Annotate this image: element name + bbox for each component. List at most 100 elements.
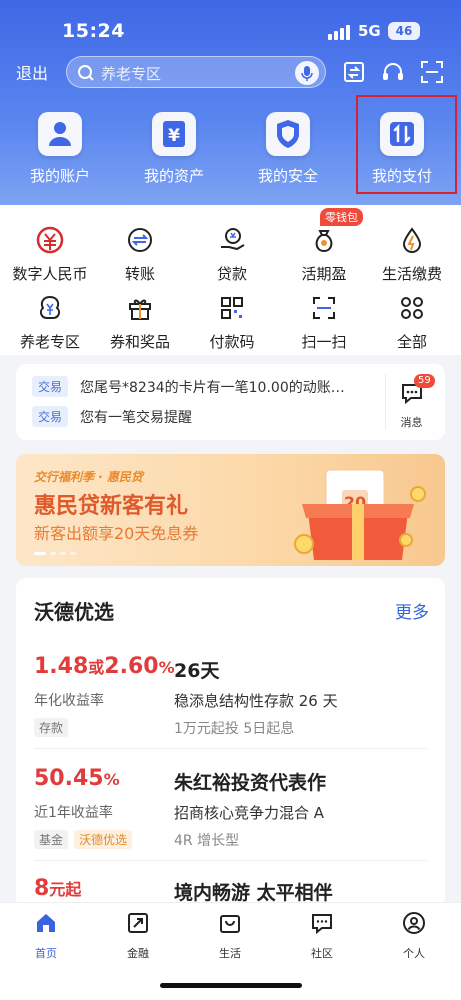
notification-item[interactable]: 交易 您尾号*8234的卡片有一笔10.00的动账… (32, 376, 365, 397)
grid-label-loan: 贷款 (216, 265, 247, 283)
product-rate: 8元起 (34, 876, 82, 901)
service-grid: 数字人民币 转账 贷款 活期盈 生活缴费 养老专区 券和奖品 付款码 扫一扫 全… (0, 205, 461, 355)
wallet-badge: 零钱包 (320, 208, 363, 226)
grid-item-transfer[interactable]: 转账 (94, 225, 186, 284)
tab-label: 社区 (311, 947, 333, 960)
tab-life[interactable]: 生活 (184, 911, 276, 961)
divider (34, 860, 427, 861)
banner-top-text: 交行福利季 · 惠民贷 (34, 470, 143, 484)
messages-button[interactable]: 59 消息 (385, 374, 437, 430)
profile-icon (403, 912, 425, 934)
banner-title: 惠民贷新客有礼 (34, 494, 189, 519)
tab-label: 生活 (219, 947, 241, 960)
pension-icon (39, 295, 61, 319)
featured-products: 沃德优选 更多 1.48或2.60% 年化收益率 存款 26天 稳添息结构性存款… (16, 578, 445, 908)
message-count-badge: 59 (414, 374, 435, 388)
grid-label-all: 全部 (396, 333, 427, 351)
product-item[interactable]: 1.48或2.60% 年化收益率 存款 26天 稳添息结构性存款 26 天 1万… (34, 654, 429, 766)
grid-item-scan[interactable]: 扫一扫 (278, 293, 370, 352)
product-desc: 稳添息结构性存款 26 天 (174, 692, 338, 710)
divider (34, 748, 427, 749)
my-assets-label: 我的资产 (143, 167, 204, 185)
search-placeholder: 养老专区 (101, 65, 162, 83)
grid-label-utility: 生活缴费 (381, 265, 442, 283)
product-tag: 基金 (34, 830, 69, 849)
product-meta: 4R 增长型 (174, 833, 240, 849)
battery-indicator: 46 (388, 22, 420, 40)
top-bar: 退出 养老专区 (0, 56, 461, 88)
life-bag-icon (220, 915, 240, 933)
moneybag-icon (315, 230, 333, 253)
tab-finance[interactable]: 金融 (92, 911, 184, 961)
my-account-label: 我的账户 (29, 167, 90, 185)
grid-label-scan: 扫一扫 (301, 333, 347, 351)
grid-item-huoqiying[interactable]: 活期盈 (278, 225, 370, 284)
headset-icon[interactable] (379, 58, 407, 86)
my-assets-button[interactable]: ¥ 我的资产 (124, 112, 224, 186)
transfer-doc-icon[interactable] (340, 58, 368, 86)
qrcode-icon (221, 297, 243, 319)
notification-card: 交易 您尾号*8234的卡片有一笔10.00的动账… 交易 您有一笔交易提醒 5… (16, 364, 445, 440)
product-name: 26天 (174, 660, 220, 682)
grid-item-coupons[interactable]: 券和奖品 (94, 293, 186, 352)
grid-item-all[interactable]: 全部 (366, 293, 458, 352)
banner-subtitle: 新客出额享20天免息券 (34, 524, 199, 543)
grid-item-loan[interactable]: 贷款 (186, 225, 278, 284)
scan-frame-icon[interactable] (418, 58, 446, 86)
product-item[interactable]: 50.45% 近1年收益率 基金 沃德优选 朱红裕投资代表作 招商核心竞争力混合 … (34, 766, 429, 878)
product-name: 境内畅游 太平相伴 (174, 882, 333, 904)
my-account-button[interactable]: 我的账户 (10, 112, 110, 186)
section-title: 沃德优选 (34, 600, 114, 624)
product-meta: 1万元起投 5日起息 (174, 721, 295, 737)
tab-label: 首页 (35, 947, 57, 960)
product-tag: 沃德优选 (74, 830, 133, 849)
user-icon (49, 122, 71, 146)
rate-label: 年化收益率 (34, 693, 104, 709)
product-rate: 50.45% (34, 766, 120, 791)
community-chat-icon (312, 914, 332, 935)
grid-item-paycode[interactable]: 付款码 (186, 293, 278, 352)
tab-home[interactable]: 首页 (0, 911, 92, 961)
scan-icon (313, 297, 335, 319)
notification-text: 您有一笔交易提醒 (80, 409, 193, 426)
more-link[interactable]: 更多 (395, 598, 429, 623)
grid-item-pension[interactable]: 养老专区 (4, 293, 96, 352)
messages-label: 消息 (400, 416, 423, 429)
grid-label-huoqiying: 活期盈 (301, 265, 347, 283)
notification-item[interactable]: 交易 您有一笔交易提醒 (32, 406, 365, 427)
status-time: 15:24 (62, 20, 125, 42)
exit-button[interactable]: 退出 (16, 60, 48, 84)
grid-label-transfer: 转账 (124, 265, 155, 283)
status-bar: 15:24 5G 46 (0, 18, 461, 46)
grid-label-pension: 养老专区 (19, 333, 80, 351)
grid-item-utility[interactable]: 生活缴费 (366, 225, 458, 284)
my-security-button[interactable]: 我的安全 (238, 112, 338, 186)
home-icon (37, 914, 55, 932)
tab-profile[interactable]: 个人 (368, 911, 460, 961)
microphone-icon[interactable] (295, 61, 319, 85)
transfer-icon (128, 228, 152, 252)
search-input[interactable]: 养老专区 (66, 56, 326, 88)
gift-box-illustration: 20 (294, 469, 426, 560)
grid-label-digital-rmb: 数字人民币 (12, 265, 88, 283)
grid-all-icon (401, 297, 423, 319)
notification-tag: 交易 (32, 406, 69, 427)
tab-label: 个人 (403, 947, 425, 960)
product-tag: 存款 (34, 718, 69, 737)
product-desc: 招商核心竞争力混合 A (174, 804, 325, 822)
network-type: 5G (358, 22, 381, 40)
shield-icon (277, 120, 299, 148)
signal-icon (328, 24, 350, 40)
svg-text:¥: ¥ (168, 126, 180, 146)
gift-icon (129, 299, 151, 320)
grid-item-digital-rmb[interactable]: 数字人民币 (4, 225, 96, 284)
finance-icon (128, 913, 148, 933)
utility-icon (402, 227, 422, 253)
tab-community[interactable]: 社区 (276, 911, 368, 961)
home-indicator (160, 983, 302, 988)
highlight-box (356, 95, 457, 194)
promo-banner[interactable]: 交行福利季 · 惠民贷 惠民贷新客有礼 新客出额享20天免息券 20 (16, 454, 445, 566)
product-rate: 1.48或2.60% (34, 654, 175, 679)
tab-label: 金融 (127, 947, 149, 960)
rate-label: 近1年收益率 (34, 805, 113, 821)
